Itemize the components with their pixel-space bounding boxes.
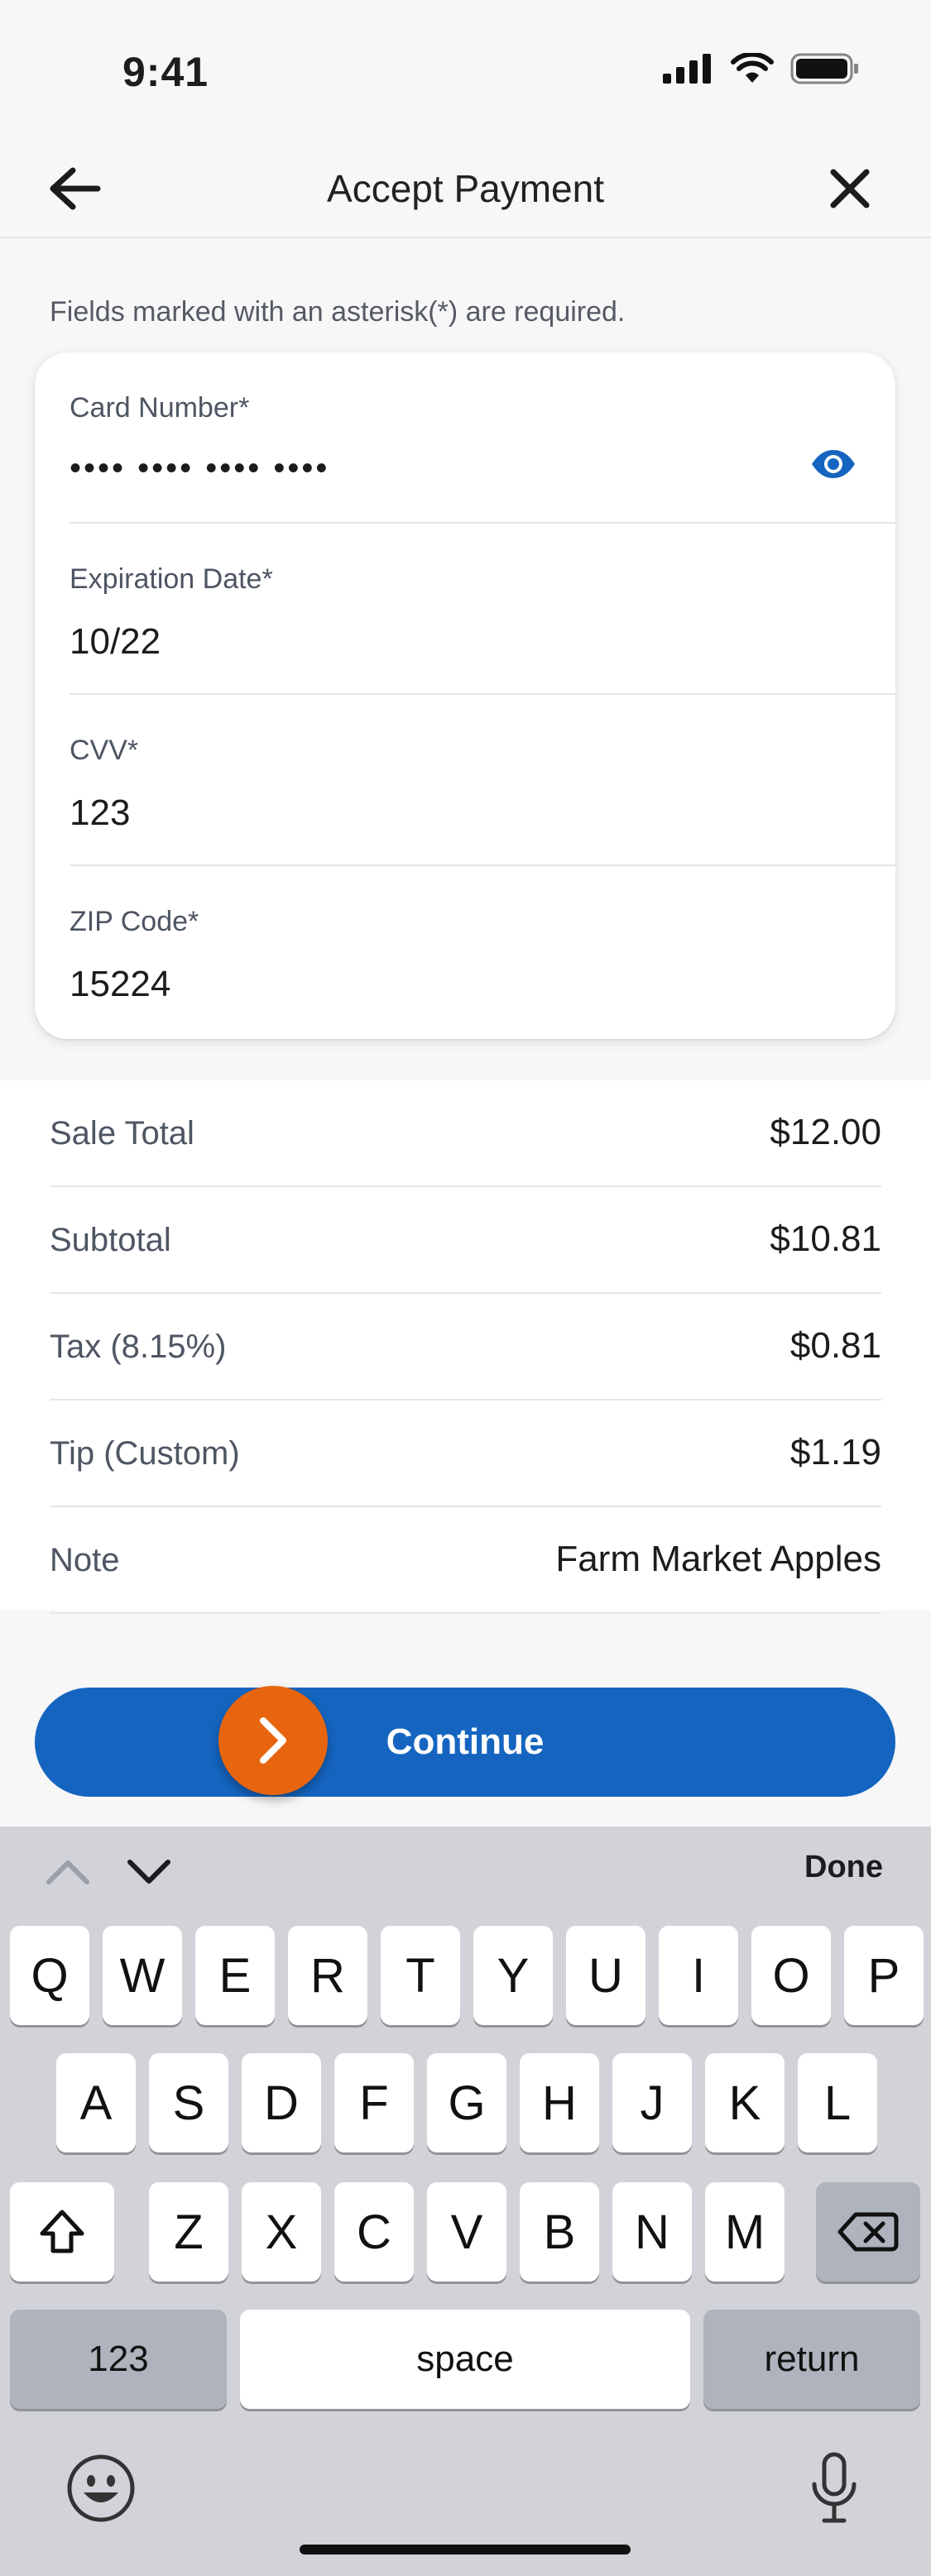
key-g[interactable]: G bbox=[427, 2053, 506, 2152]
key-k[interactable]: K bbox=[705, 2053, 785, 2152]
key-b[interactable]: B bbox=[520, 2182, 599, 2282]
key-f[interactable]: F bbox=[334, 2053, 414, 2152]
nav-bar: Accept Payment bbox=[0, 141, 931, 238]
summary-row-note: Note Farm Market Apples bbox=[50, 1507, 881, 1614]
key-e[interactable]: E bbox=[195, 1926, 275, 2025]
key-z[interactable]: Z bbox=[149, 2182, 228, 2282]
status-time: 9:41 bbox=[122, 49, 209, 95]
home-indicator bbox=[300, 2545, 631, 2554]
key-m[interactable]: M bbox=[705, 2182, 785, 2282]
summary-value: $12.00 bbox=[770, 1112, 881, 1152]
wifi-icon bbox=[731, 53, 774, 83]
cvv-field[interactable]: CVV* 123 bbox=[70, 695, 895, 866]
show-card-number-button[interactable] bbox=[804, 435, 862, 493]
shift-key[interactable] bbox=[10, 2182, 114, 2282]
shift-icon bbox=[40, 2210, 84, 2253]
expiration-date-field[interactable]: Expiration Date* 10/22 bbox=[70, 524, 895, 695]
previous-field-button[interactable] bbox=[43, 1851, 93, 1893]
numbers-key[interactable]: 123 bbox=[10, 2310, 227, 2409]
summary-label: Note bbox=[50, 1542, 120, 1578]
key-j[interactable]: J bbox=[612, 2053, 692, 2152]
chevron-up-icon bbox=[46, 1860, 89, 1884]
emoji-icon bbox=[67, 2454, 135, 2522]
summary-label: Sale Total bbox=[50, 1115, 194, 1152]
card-number-field[interactable]: Card Number* •••• •••• •••• •••• bbox=[70, 352, 895, 524]
summary-label: Subtotal bbox=[50, 1222, 171, 1258]
close-icon bbox=[830, 169, 870, 208]
continue-button[interactable]: Continue bbox=[35, 1686, 895, 1797]
continue-label: Continue bbox=[386, 1721, 545, 1762]
cvv-label: CVV* bbox=[70, 735, 139, 766]
emoji-button[interactable] bbox=[61, 2449, 141, 2528]
key-q[interactable]: Q bbox=[10, 1926, 89, 2025]
summary-value: $1.19 bbox=[789, 1432, 881, 1472]
key-y[interactable]: Y bbox=[473, 1926, 553, 2025]
status-icons bbox=[663, 53, 860, 84]
continue-slider-handle[interactable] bbox=[218, 1686, 328, 1795]
key-o[interactable]: O bbox=[751, 1926, 831, 2025]
microphone-icon bbox=[812, 2452, 857, 2523]
summary-row-sale-total: Sale Total $12.00 bbox=[50, 1080, 881, 1187]
cvv-input[interactable]: 123 bbox=[70, 792, 130, 834]
expiration-date-label: Expiration Date* bbox=[70, 563, 273, 595]
key-t[interactable]: T bbox=[381, 1926, 460, 2025]
space-key[interactable]: space bbox=[240, 2310, 690, 2409]
summary-value: $10.81 bbox=[770, 1219, 881, 1259]
cellular-signal-icon bbox=[663, 54, 711, 84]
backspace-key[interactable] bbox=[816, 2182, 920, 2282]
card-details-form: Card Number* •••• •••• •••• •••• Expirat… bbox=[35, 352, 895, 1039]
key-s[interactable]: S bbox=[149, 2053, 228, 2152]
key-r[interactable]: R bbox=[288, 1926, 367, 2025]
chevron-down-icon bbox=[127, 1860, 170, 1884]
keyboard-toolbar: Done bbox=[0, 1827, 931, 1918]
battery-icon bbox=[790, 53, 858, 84]
key-i[interactable]: I bbox=[659, 1926, 738, 2025]
key-d[interactable]: D bbox=[242, 2053, 321, 2152]
key-h[interactable]: H bbox=[520, 2053, 599, 2152]
key-n[interactable]: N bbox=[612, 2182, 692, 2282]
summary-row-subtotal: Subtotal $10.81 bbox=[50, 1187, 881, 1294]
key-v[interactable]: V bbox=[427, 2182, 506, 2282]
summary-label: Tip (Custom) bbox=[50, 1435, 240, 1472]
summary-value: Farm Market Apples bbox=[555, 1539, 881, 1579]
backspace-icon bbox=[837, 2212, 899, 2252]
key-a[interactable]: A bbox=[56, 2053, 136, 2152]
summary-row-tax: Tax (8.15%) $0.81 bbox=[50, 1294, 881, 1401]
summary-row-tip: Tip (Custom) $1.19 bbox=[50, 1401, 881, 1507]
summary-label: Tax (8.15%) bbox=[50, 1329, 227, 1365]
page-title: Accept Payment bbox=[327, 167, 604, 210]
key-x[interactable]: X bbox=[242, 2182, 321, 2282]
status-bar: 9:41 bbox=[0, 0, 931, 141]
card-number-label: Card Number* bbox=[70, 392, 250, 424]
done-button[interactable]: Done bbox=[804, 1850, 883, 1885]
key-c[interactable]: C bbox=[334, 2182, 414, 2282]
required-fields-note: Fields marked with an asterisk(*) are re… bbox=[50, 296, 626, 328]
eye-icon bbox=[812, 450, 855, 478]
zip-code-label: ZIP Code* bbox=[70, 906, 199, 937]
return-key[interactable]: return bbox=[703, 2310, 920, 2409]
key-w[interactable]: W bbox=[103, 1926, 182, 2025]
key-p[interactable]: P bbox=[844, 1926, 924, 2025]
card-number-input[interactable]: •••• •••• •••• •••• bbox=[70, 450, 329, 487]
zip-code-input[interactable]: 15224 bbox=[70, 964, 170, 1005]
dictation-button[interactable] bbox=[801, 2449, 867, 2528]
next-field-button[interactable] bbox=[124, 1851, 174, 1893]
zip-code-field[interactable]: ZIP Code* 15224 bbox=[70, 866, 895, 1037]
summary-value: $0.81 bbox=[789, 1325, 881, 1366]
key-u[interactable]: U bbox=[566, 1926, 645, 2025]
keyboard: Done Q W E R T Y U I O P A S D F G H J K… bbox=[0, 1827, 931, 2576]
chevron-right-icon bbox=[260, 1717, 286, 1764]
payment-summary: Sale Total $12.00 Subtotal $10.81 Tax (8… bbox=[0, 1080, 931, 1614]
expiration-date-input[interactable]: 10/22 bbox=[70, 621, 161, 663]
key-l[interactable]: L bbox=[798, 2053, 877, 2152]
close-button[interactable] bbox=[818, 157, 881, 220]
